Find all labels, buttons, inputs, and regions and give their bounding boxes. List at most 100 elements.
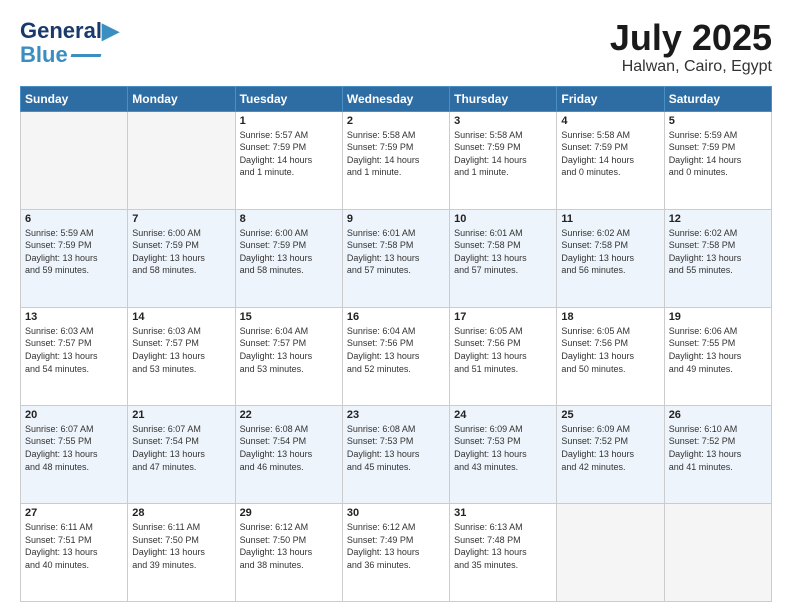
day-number: 1 [240, 115, 338, 127]
calendar-cell: 25Sunrise: 6:09 AM Sunset: 7:52 PM Dayli… [557, 405, 664, 503]
day-info: Sunrise: 6:12 AM Sunset: 7:49 PM Dayligh… [347, 521, 445, 571]
day-info: Sunrise: 6:05 AM Sunset: 7:56 PM Dayligh… [454, 325, 552, 375]
calendar-header-row: Sunday Monday Tuesday Wednesday Thursday… [21, 86, 772, 111]
day-number: 23 [347, 409, 445, 421]
day-info: Sunrise: 6:00 AM Sunset: 7:59 PM Dayligh… [240, 227, 338, 277]
day-number: 16 [347, 311, 445, 323]
calendar-cell [557, 503, 664, 601]
day-number: 3 [454, 115, 552, 127]
day-info: Sunrise: 5:58 AM Sunset: 7:59 PM Dayligh… [454, 129, 552, 179]
logo-text: General▶ [20, 18, 119, 43]
week-row: 20 Sunrise: 6:07 AM Sunset: 7:55 PM Dayli… [21, 405, 772, 503]
header: General▶ Blue July 2025 Halwan, Cairo, E… [20, 18, 772, 76]
day-info: Sunrise: 6:01 AM Sunset: 7:58 PM Dayligh… [347, 227, 445, 277]
col-tuesday: Tuesday [235, 86, 342, 111]
calendar-cell: 9Sunrise: 6:01 AM Sunset: 7:58 PM Daylig… [342, 209, 449, 307]
day-number: 11 [561, 213, 659, 225]
calendar-cell: 14 Sunrise: 6:03 AM Sunset: 7:57 PM Dayli… [128, 307, 235, 405]
day-number: 17 [454, 311, 552, 323]
calendar-cell: 3 Sunrise: 5:58 AM Sunset: 7:59 PM Daylig… [450, 111, 557, 209]
day-info: Sunrise: 6:03 AM Sunset: 7:57 PM Dayligh… [132, 325, 230, 375]
calendar-cell: 22 Sunrise: 6:08 AM Sunset: 7:54 PM Dayli… [235, 405, 342, 503]
day-info: Sunrise: 6:08 AM Sunset: 7:53 PM Dayligh… [347, 423, 445, 473]
calendar-cell: 7 Sunrise: 6:00 AM Sunset: 7:59 PM Daylig… [128, 209, 235, 307]
day-info: Sunrise: 6:13 AM Sunset: 7:48 PM Dayligh… [454, 521, 552, 571]
day-info: Sunrise: 6:07 AM Sunset: 7:55 PM Dayligh… [25, 423, 123, 473]
calendar-cell: 17 Sunrise: 6:05 AM Sunset: 7:56 PM Dayli… [450, 307, 557, 405]
day-info: Sunrise: 5:59 AM Sunset: 7:59 PM Dayligh… [669, 129, 767, 179]
day-number: 24 [454, 409, 552, 421]
calendar-cell: 16Sunrise: 6:04 AM Sunset: 7:56 PM Dayli… [342, 307, 449, 405]
day-number: 27 [25, 507, 123, 519]
day-number: 12 [669, 213, 767, 225]
calendar-cell: 11 Sunrise: 6:02 AM Sunset: 7:58 PM Dayli… [557, 209, 664, 307]
calendar-cell: 2 Sunrise: 5:58 AM Sunset: 7:59 PM Daylig… [342, 111, 449, 209]
day-info: Sunrise: 6:12 AM Sunset: 7:50 PM Dayligh… [240, 521, 338, 571]
calendar-cell: 10Sunrise: 6:01 AM Sunset: 7:58 PM Dayli… [450, 209, 557, 307]
week-row: 13 Sunrise: 6:03 AM Sunset: 7:57 PM Dayli… [21, 307, 772, 405]
calendar-cell: 8Sunrise: 6:00 AM Sunset: 7:59 PM Daylig… [235, 209, 342, 307]
calendar-cell: 15 Sunrise: 6:04 AM Sunset: 7:57 PM Dayli… [235, 307, 342, 405]
page: General▶ Blue July 2025 Halwan, Cairo, E… [0, 0, 792, 612]
calendar-cell: 6Sunrise: 5:59 AM Sunset: 7:59 PM Daylig… [21, 209, 128, 307]
day-number: 14 [132, 311, 230, 323]
day-info: Sunrise: 6:02 AM Sunset: 7:58 PM Dayligh… [561, 227, 659, 277]
day-info: Sunrise: 5:58 AM Sunset: 7:59 PM Dayligh… [347, 129, 445, 179]
day-number: 31 [454, 507, 552, 519]
calendar-cell: 30 Sunrise: 6:12 AM Sunset: 7:49 PM Dayli… [342, 503, 449, 601]
logo-blue-text: Blue [20, 42, 68, 68]
calendar-cell: 27 Sunrise: 6:11 AM Sunset: 7:51 PM Dayli… [21, 503, 128, 601]
day-info: Sunrise: 5:57 AM Sunset: 7:59 PM Dayligh… [240, 129, 338, 179]
calendar-cell: 4 Sunrise: 5:58 AM Sunset: 7:59 PM Daylig… [557, 111, 664, 209]
day-number: 7 [132, 213, 230, 225]
day-number: 13 [25, 311, 123, 323]
day-info: Sunrise: 6:09 AM Sunset: 7:52 PM Dayligh… [561, 423, 659, 473]
col-sunday: Sunday [21, 86, 128, 111]
calendar-cell: 24 Sunrise: 6:09 AM Sunset: 7:53 PM Dayli… [450, 405, 557, 503]
day-info: Sunrise: 5:58 AM Sunset: 7:59 PM Dayligh… [561, 129, 659, 179]
day-info: Sunrise: 6:06 AM Sunset: 7:55 PM Dayligh… [669, 325, 767, 375]
week-row: 27 Sunrise: 6:11 AM Sunset: 7:51 PM Dayli… [21, 503, 772, 601]
day-number: 28 [132, 507, 230, 519]
day-info: Sunrise: 6:04 AM Sunset: 7:57 PM Dayligh… [240, 325, 338, 375]
day-info: Sunrise: 6:01 AM Sunset: 7:58 PM Dayligh… [454, 227, 552, 277]
calendar-cell: 20 Sunrise: 6:07 AM Sunset: 7:55 PM Dayli… [21, 405, 128, 503]
day-number: 22 [240, 409, 338, 421]
calendar-cell: 29 Sunrise: 6:12 AM Sunset: 7:50 PM Dayli… [235, 503, 342, 601]
day-info: Sunrise: 6:02 AM Sunset: 7:58 PM Dayligh… [669, 227, 767, 277]
calendar-cell [21, 111, 128, 209]
calendar-cell: 13Sunrise: 6:03 AM Sunset: 7:57 PM Dayli… [21, 307, 128, 405]
day-number: 6 [25, 213, 123, 225]
day-number: 2 [347, 115, 445, 127]
calendar-cell: 26 Sunrise: 6:10 AM Sunset: 7:52 PM Dayli… [664, 405, 771, 503]
calendar: Sunday Monday Tuesday Wednesday Thursday… [20, 86, 772, 602]
day-info: Sunrise: 6:11 AM Sunset: 7:51 PM Dayligh… [25, 521, 123, 571]
calendar-cell: 31 Sunrise: 6:13 AM Sunset: 7:48 PM Dayli… [450, 503, 557, 601]
calendar-cell: 1 Sunrise: 5:57 AM Sunset: 7:59 PM Daylig… [235, 111, 342, 209]
day-info: Sunrise: 6:09 AM Sunset: 7:53 PM Dayligh… [454, 423, 552, 473]
day-number: 20 [25, 409, 123, 421]
day-info: Sunrise: 6:00 AM Sunset: 7:59 PM Dayligh… [132, 227, 230, 277]
calendar-cell: 12 Sunrise: 6:02 AM Sunset: 7:58 PM Dayli… [664, 209, 771, 307]
day-number: 18 [561, 311, 659, 323]
day-number: 19 [669, 311, 767, 323]
day-number: 29 [240, 507, 338, 519]
col-monday: Monday [128, 86, 235, 111]
day-info: Sunrise: 6:10 AM Sunset: 7:52 PM Dayligh… [669, 423, 767, 473]
day-number: 15 [240, 311, 338, 323]
day-number: 5 [669, 115, 767, 127]
calendar-cell: 18Sunrise: 6:05 AM Sunset: 7:56 PM Dayli… [557, 307, 664, 405]
day-number: 26 [669, 409, 767, 421]
calendar-cell [664, 503, 771, 601]
day-number: 4 [561, 115, 659, 127]
calendar-cell: 21Sunrise: 6:07 AM Sunset: 7:54 PM Dayli… [128, 405, 235, 503]
col-friday: Friday [557, 86, 664, 111]
day-info: Sunrise: 6:11 AM Sunset: 7:50 PM Dayligh… [132, 521, 230, 571]
col-thursday: Thursday [450, 86, 557, 111]
calendar-cell: 5 Sunrise: 5:59 AM Sunset: 7:59 PM Daylig… [664, 111, 771, 209]
day-info: Sunrise: 6:08 AM Sunset: 7:54 PM Dayligh… [240, 423, 338, 473]
calendar-cell: 28 Sunrise: 6:11 AM Sunset: 7:50 PM Dayli… [128, 503, 235, 601]
week-row: 6Sunrise: 5:59 AM Sunset: 7:59 PM Daylig… [21, 209, 772, 307]
day-number: 30 [347, 507, 445, 519]
day-info: Sunrise: 6:07 AM Sunset: 7:54 PM Dayligh… [132, 423, 230, 473]
